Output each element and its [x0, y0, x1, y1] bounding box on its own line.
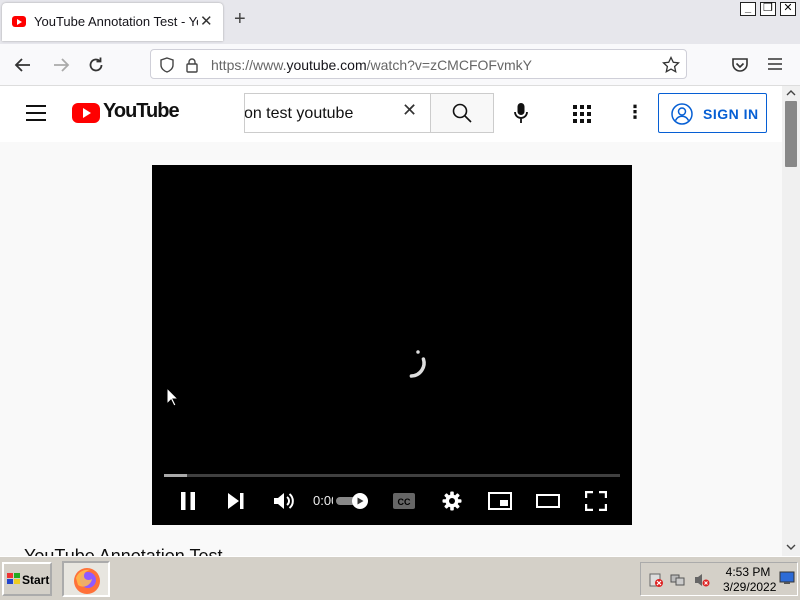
scroll-down-icon[interactable]	[786, 543, 796, 551]
pause-icon[interactable]	[178, 491, 198, 511]
account-icon	[671, 103, 693, 125]
progress-bar[interactable]	[164, 474, 620, 477]
start-button[interactable]: Start	[2, 562, 52, 596]
start-label: Start	[22, 573, 50, 587]
fullscreen-icon[interactable]	[585, 491, 607, 511]
volume-icon[interactable]	[273, 491, 295, 511]
youtube-favicon-icon	[12, 16, 26, 27]
restore-button[interactable]: ❐	[760, 2, 776, 16]
buffered-bar	[164, 474, 187, 477]
shield-icon[interactable]	[159, 57, 175, 73]
system-tray: 4:53 PM 3/29/2022	[640, 562, 798, 596]
tab-close-icon[interactable]: ✕	[200, 12, 213, 30]
settings-gear-icon[interactable]	[442, 491, 462, 511]
security-alert-icon[interactable]	[648, 572, 664, 588]
scroll-up-icon[interactable]	[786, 89, 796, 97]
pocket-icon[interactable]	[731, 56, 749, 74]
current-time: 0:00	[313, 493, 333, 508]
guide-menu-icon[interactable]	[26, 105, 46, 121]
watch-page: 0:00 CC	[0, 142, 782, 556]
clock-time: 4:53 PM	[725, 565, 771, 579]
closed-captions-icon[interactable]: CC	[392, 491, 416, 511]
clock[interactable]: 4:53 PM 3/29/2022	[723, 565, 777, 595]
minimize-button[interactable]: _	[740, 2, 756, 16]
mouse-cursor-icon	[166, 387, 180, 407]
close-window-button[interactable]: ✕	[780, 2, 796, 16]
miniplayer-icon[interactable]	[488, 492, 512, 510]
firefox-icon	[74, 568, 100, 594]
app-menu-icon[interactable]	[767, 57, 783, 71]
windows-logo-icon	[7, 573, 20, 584]
address-bar[interactable]: https://www.youtube.com/watch?v=zCMCFOFv…	[150, 49, 687, 79]
taskbar-firefox-button[interactable]	[62, 561, 110, 597]
video-player[interactable]: 0:00 CC	[152, 165, 632, 525]
theater-mode-icon[interactable]	[536, 492, 560, 510]
navigation-bar: https://www.youtube.com/watch?v=zCMCFOFv…	[0, 44, 800, 86]
apps-grid-icon[interactable]	[573, 105, 591, 123]
reload-icon[interactable]	[87, 56, 105, 74]
voice-search-button[interactable]	[500, 93, 540, 133]
microphone-icon	[514, 103, 528, 123]
loading-spinner-icon	[402, 350, 426, 378]
tab-title: YouTube Annotation Test - YouTube	[34, 14, 198, 29]
next-icon[interactable]	[226, 492, 246, 510]
autoplay-toggle[interactable]	[336, 492, 370, 510]
sign-in-button[interactable]: SIGN IN	[658, 93, 767, 133]
page-scrollbar[interactable]	[782, 86, 800, 556]
tab-bar: YouTube Annotation Test - YouTube ✕ + _ …	[0, 0, 800, 44]
more-options-icon[interactable]: ⋮	[626, 103, 644, 121]
search-icon	[452, 103, 472, 123]
search-button[interactable]	[430, 93, 494, 133]
svg-text:CC: CC	[398, 497, 411, 507]
youtube-logo-text[interactable]: YouTube	[103, 100, 180, 123]
scrollbar-thumb[interactable]	[785, 101, 797, 167]
taskbar: Start 4:53 PM 3/29/2022	[0, 556, 800, 600]
show-desktop-icon[interactable]	[779, 570, 795, 586]
lock-icon[interactable]	[185, 57, 199, 73]
bookmark-star-icon[interactable]	[662, 56, 680, 74]
volume-muted-icon[interactable]	[694, 572, 710, 588]
search-input-value: annotation test youtube	[244, 105, 354, 122]
url-text: https://www.youtube.com/watch?v=zCMCFOFv…	[211, 57, 532, 73]
network-icon[interactable]	[670, 572, 686, 588]
back-arrow-icon[interactable]	[14, 56, 32, 74]
tab-youtube[interactable]: YouTube Annotation Test - YouTube ✕	[2, 3, 223, 41]
new-tab-button[interactable]: +	[234, 9, 246, 29]
video-title: YouTube Annotation Test	[24, 546, 223, 556]
search-clear-icon[interactable]: ✕	[402, 101, 417, 119]
sign-in-label: SIGN IN	[703, 106, 759, 122]
youtube-logo-icon[interactable]	[72, 103, 100, 123]
forward-arrow-icon[interactable]	[52, 56, 70, 74]
youtube-masthead: YouTube annotation test youtube ✕ ⋮ SIGN…	[0, 86, 782, 142]
clock-date: 3/29/2022	[723, 580, 777, 594]
